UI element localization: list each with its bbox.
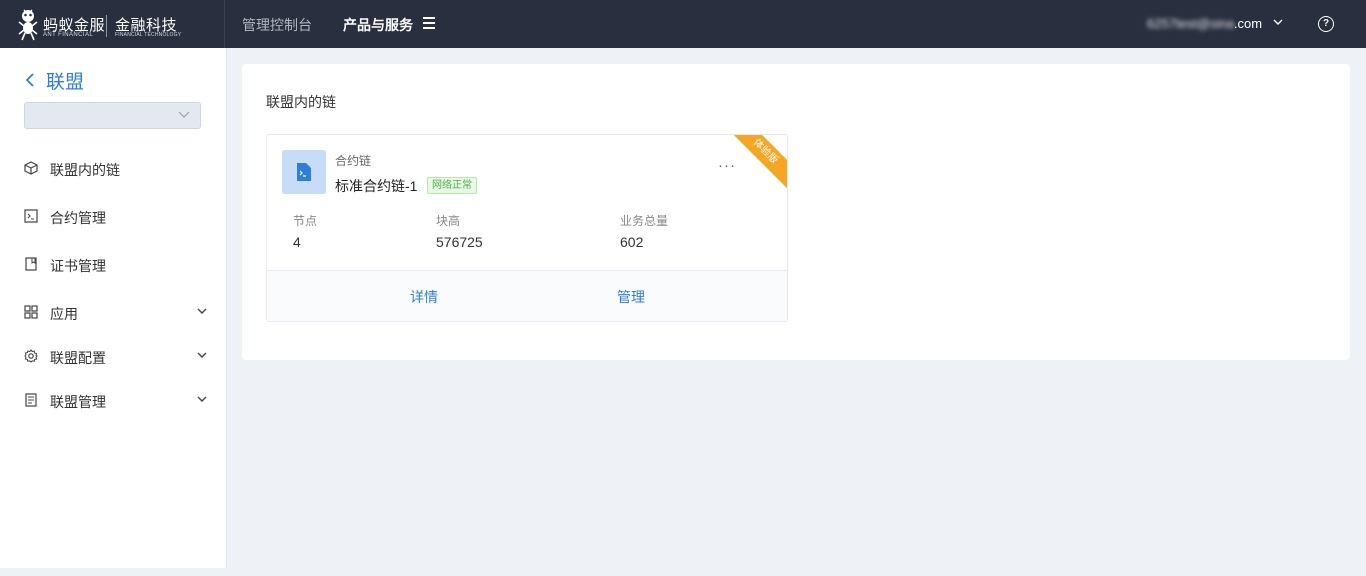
user-email-suffix: .com bbox=[1233, 16, 1263, 31]
fintech-name-en: FINANCIAL TECHNOLOGY bbox=[115, 32, 182, 38]
chevron-down-icon[interactable] bbox=[1272, 16, 1284, 28]
sidebar-item-contracts[interactable]: 合约管理 bbox=[0, 205, 226, 229]
consortium-select[interactable] bbox=[24, 102, 201, 129]
grid-icon bbox=[24, 305, 38, 319]
help-icon[interactable]: ? bbox=[1318, 16, 1334, 32]
sidebar-item-certificates[interactable]: 证书管理 bbox=[0, 253, 226, 277]
manage-link[interactable]: 管理 bbox=[617, 287, 645, 307]
sidebar-item-consortium-config[interactable]: 联盟配置 bbox=[0, 345, 226, 369]
stat-value-nodes: 4 bbox=[293, 234, 301, 250]
chevron-down-icon bbox=[178, 111, 190, 118]
sidebar-item-label: 联盟配置 bbox=[50, 350, 106, 366]
chain-name: 标准合约链-1 bbox=[335, 178, 418, 194]
nav-management-console[interactable]: 管理控制台 bbox=[242, 15, 312, 35]
cube-icon bbox=[24, 161, 38, 175]
sidebar-item-label: 联盟管理 bbox=[50, 394, 106, 410]
main-panel: 联盟内的链 合约链 标准合约链-1 网络正常 ··· 体验版 节点 4 块高 5… bbox=[242, 64, 1350, 360]
gear-icon bbox=[24, 349, 38, 363]
sidebar-item-chains[interactable]: 联盟内的链 bbox=[0, 157, 226, 181]
brand-name-en: ANT FINANCIAL bbox=[43, 32, 94, 38]
stat-label-business-total: 业务总量 bbox=[620, 214, 669, 228]
details-link[interactable]: 详情 bbox=[410, 287, 438, 307]
chevron-down-icon bbox=[197, 396, 207, 402]
stat-label-nodes: 节点 bbox=[293, 214, 318, 228]
brand-divider bbox=[106, 15, 107, 37]
certificate-icon bbox=[25, 257, 37, 271]
terminal-icon bbox=[24, 209, 38, 223]
status-badge: 网络正常 bbox=[427, 177, 477, 194]
chain-card: 合约链 标准合约链-1 网络正常 ··· 体验版 节点 4 块高 576725 … bbox=[266, 134, 788, 322]
chevron-left-icon[interactable] bbox=[24, 72, 36, 88]
stat-value-block-height: 576725 bbox=[436, 234, 483, 250]
brand-logo[interactable]: 蚂蚁金服 ANT FINANCIAL 金融科技 FINANCIAL TECHNO… bbox=[0, 0, 225, 48]
ant-logo-icon bbox=[18, 9, 38, 41]
list-icon bbox=[25, 393, 37, 407]
nav-products-and-services[interactable]: 产品与服务 bbox=[343, 15, 413, 35]
sidebar-item-label: 证书管理 bbox=[50, 258, 106, 274]
sidebar-item-label: 应用 bbox=[50, 306, 78, 322]
sidebar: 联盟 联盟内的链 合约管理 证书管理 应用 联盟配置 联盟管理 bbox=[0, 48, 227, 568]
chevron-down-icon bbox=[197, 352, 207, 358]
contract-file-icon bbox=[297, 163, 311, 181]
sidebar-item-applications[interactable]: 应用 bbox=[0, 301, 226, 325]
menu-icon[interactable] bbox=[423, 17, 435, 29]
stat-label-block-height: 块高 bbox=[436, 214, 461, 228]
sidebar-title: 联盟 bbox=[46, 72, 85, 93]
user-email-obscured: 6257test@sina bbox=[1147, 16, 1234, 31]
page-title: 联盟内的链 bbox=[266, 94, 336, 110]
sidebar-item-consortium-management[interactable]: 联盟管理 bbox=[0, 389, 226, 413]
sidebar-item-label: 合约管理 bbox=[50, 210, 106, 226]
stat-value-business-total: 602 bbox=[620, 234, 644, 250]
card-footer: 详情 管理 bbox=[267, 270, 787, 321]
chain-icon bbox=[282, 150, 326, 194]
chain-type: 合约链 bbox=[335, 154, 372, 168]
user-account-menu[interactable]: 6257test@sina.com bbox=[1147, 16, 1262, 31]
more-options-icon[interactable]: ··· bbox=[718, 157, 736, 174]
top-navigation-bar: 蚂蚁金服 ANT FINANCIAL 金融科技 FINANCIAL TECHNO… bbox=[0, 0, 1366, 48]
chevron-down-icon bbox=[197, 308, 207, 314]
sidebar-item-label: 联盟内的链 bbox=[50, 162, 120, 178]
